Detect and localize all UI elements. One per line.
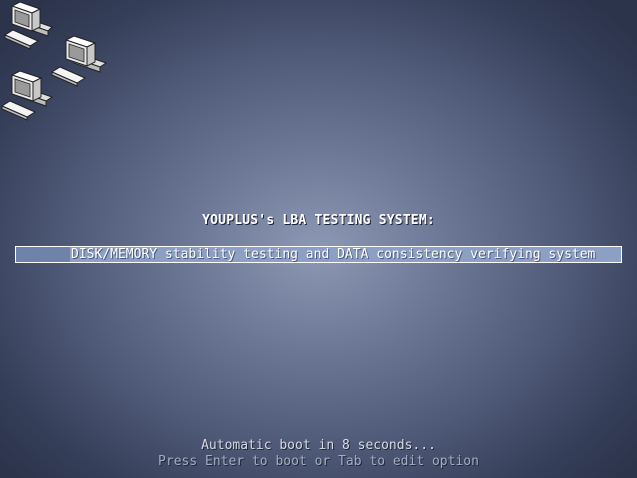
computer-2-icon — [50, 35, 108, 87]
selection-accent — [16, 247, 70, 262]
computer-1-icon — [3, 1, 53, 50]
networked-computers-icon — [0, 1, 108, 121]
menu-title: YOUPLUS's LBA TESTING SYSTEM: — [202, 213, 435, 228]
boot-menu-item-label: DISK/MEMORY stability testing and DATA c… — [71, 247, 596, 262]
boot-menu-item-selected[interactable]: DISK/MEMORY stability testing and DATA c… — [15, 246, 622, 263]
help-text: Press Enter to boot or Tab to edit optio… — [158, 454, 479, 469]
boot-countdown: Automatic boot in 8 seconds... — [201, 438, 436, 453]
computer-3-icon — [0, 70, 54, 121]
